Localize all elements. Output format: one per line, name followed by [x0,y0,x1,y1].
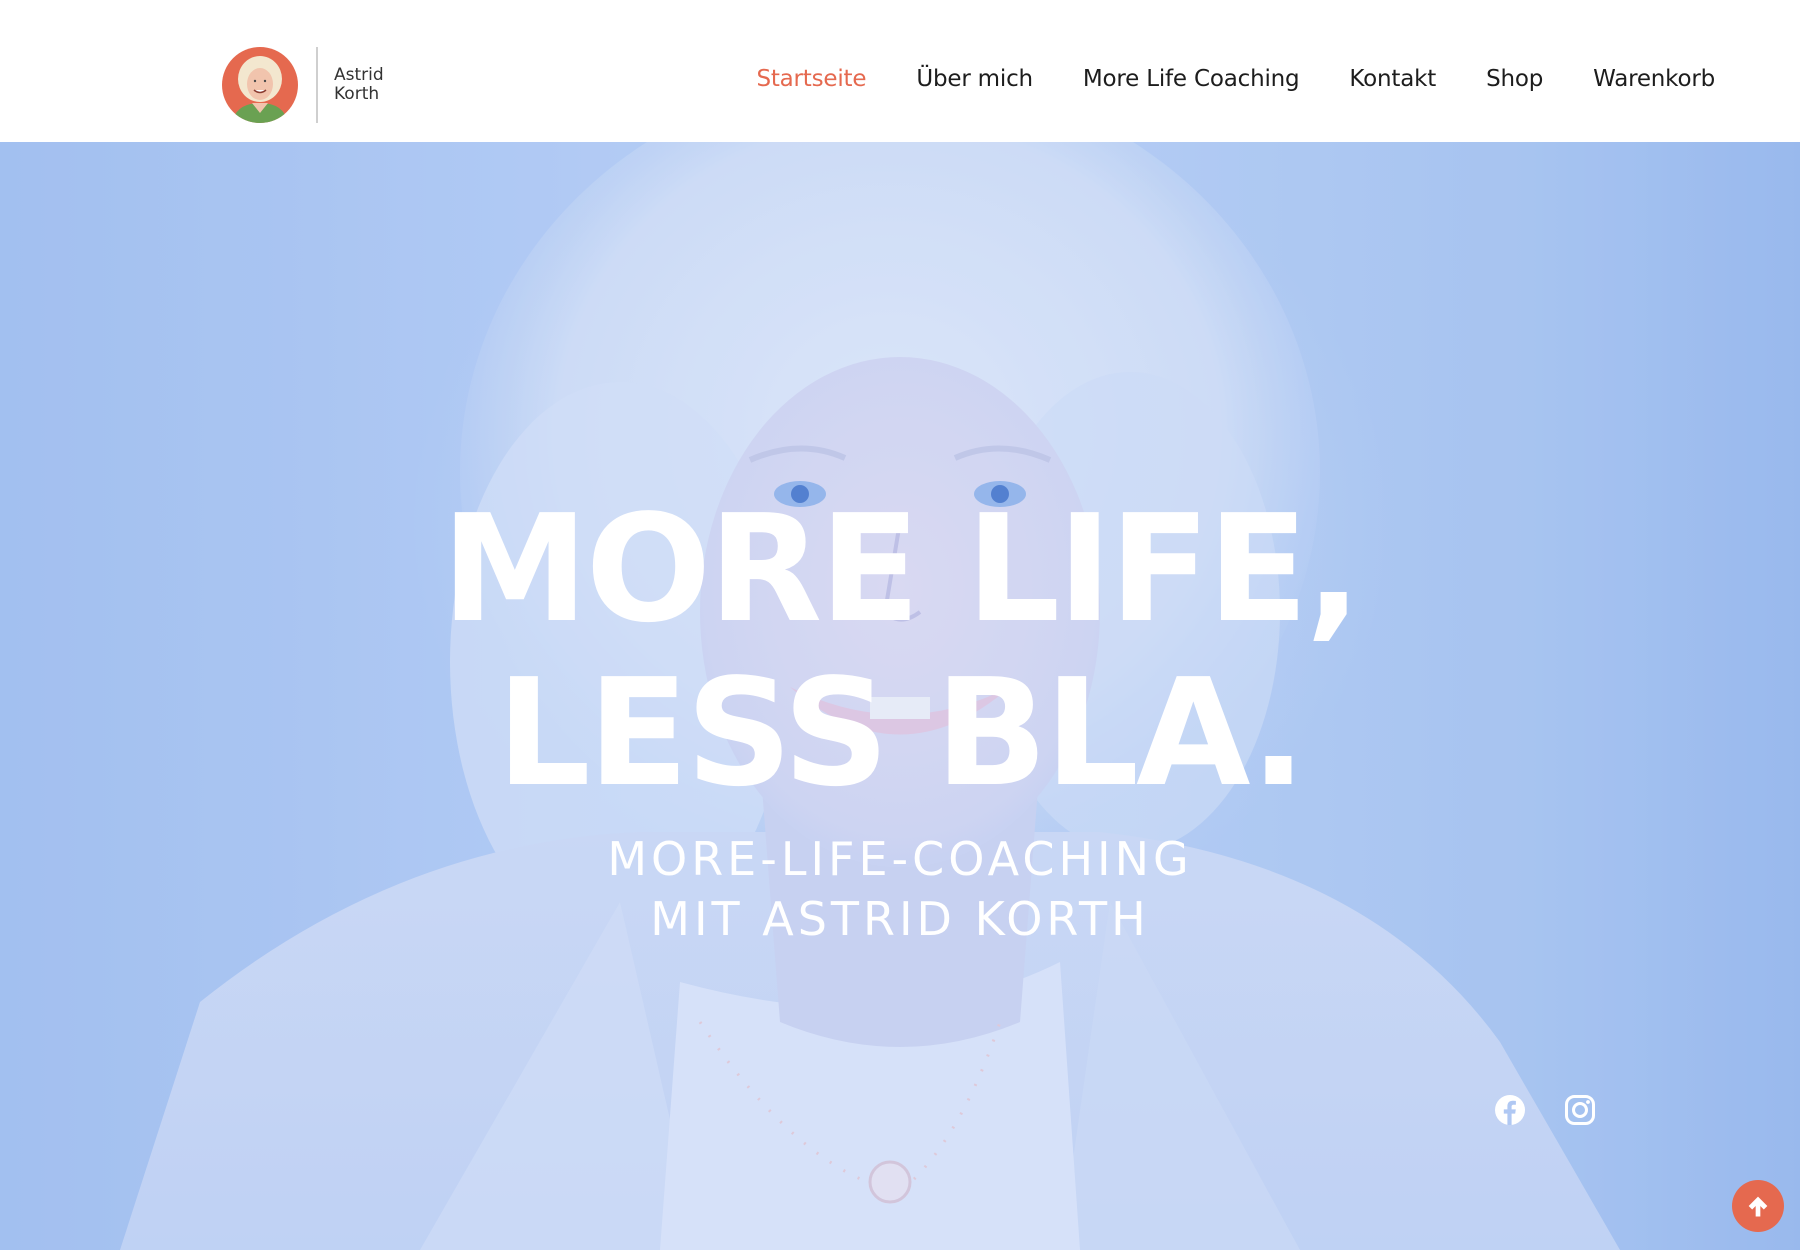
site-logo[interactable]: Astrid Korth [222,46,384,124]
instagram-icon [1565,1095,1595,1125]
nav-item-warenkorb[interactable]: Warenkorb [1593,66,1715,92]
main-nav: Startseite Über mich More Life Coaching … [756,66,1715,92]
facebook-link[interactable] [1494,1094,1526,1126]
hero-title-line-1: MORE LIFE, [441,483,1361,655]
logo-text: Astrid Korth [334,66,384,104]
nav-item-ueber-mich[interactable]: Über mich [916,66,1033,92]
hero-subtitle-line-1: MORE-LIFE-COACHING [607,832,1193,886]
hero-subtitle: MORE-LIFE-COACHING MIT ASTRID KORTH [0,829,1800,949]
nav-item-startseite[interactable]: Startseite [756,66,866,92]
facebook-icon [1495,1095,1525,1125]
arrow-up-icon [1748,1196,1768,1217]
logo-first-name: Astrid [334,65,384,85]
nav-item-more-life-coaching[interactable]: More Life Coaching [1083,66,1300,92]
hero-subtitle-line-2: MIT ASTRID KORTH [650,892,1150,946]
logo-last-name: Korth [334,84,380,104]
logo-divider [316,47,318,123]
nav-item-shop[interactable]: Shop [1486,66,1543,92]
avatar-logo-icon [222,47,298,123]
nav-item-kontakt[interactable]: Kontakt [1349,66,1436,92]
hero-text-block: MORE LIFE, LESS BLA. MORE-LIFE-COACHING … [0,487,1800,949]
hero-title-line-2: LESS BLA. [496,647,1306,819]
hero-title: MORE LIFE, LESS BLA. [0,487,1800,815]
scroll-to-top-button[interactable] [1732,1180,1784,1232]
instagram-link[interactable] [1564,1094,1596,1126]
site-header: Astrid Korth Startseite Über mich More L… [0,0,1800,142]
social-links [1494,1094,1596,1126]
hero-section: MORE LIFE, LESS BLA. MORE-LIFE-COACHING … [0,142,1800,1250]
